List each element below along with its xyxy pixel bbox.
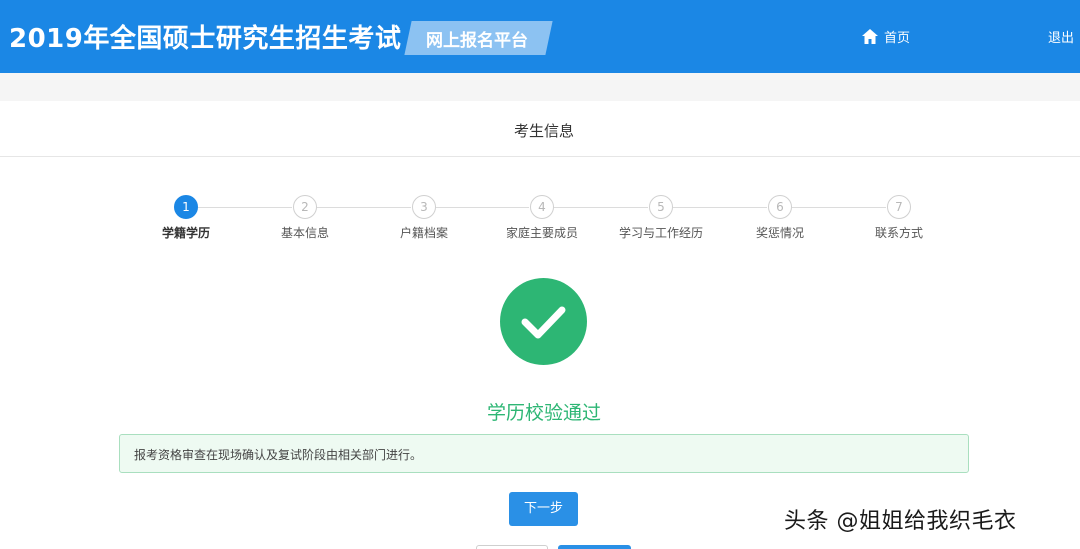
header-spacer [0, 73, 1080, 101]
step-7-label: 联系方式 [874, 226, 923, 240]
step-1-label: 学籍学历 [161, 226, 210, 240]
check-circle-icon [500, 278, 587, 365]
site-title: 2019年全国硕士研究生招生考试 [9, 24, 402, 54]
section-title: 考生信息 [513, 122, 574, 140]
home-link[interactable]: 首页 [862, 27, 911, 46]
page: 2019年全国硕士研究生招生考试 网上报名平台 首页 退出 考生信息 1 学籍学… [0, 0, 1080, 549]
top-header: 2019年全国硕士研究生招生考试 网上报名平台 首页 退出 [0, 0, 1080, 73]
home-link-label: 首页 [884, 30, 911, 46]
watermark: 头条 @姐姐给我织毛衣 [784, 509, 1017, 534]
home-icon [862, 28, 878, 44]
step-4-indicator: 4 [530, 195, 554, 219]
step-connector [317, 207, 411, 208]
step-connector [436, 207, 529, 208]
step-3-indicator: 3 [412, 195, 436, 219]
notice-text: 报考资格审查在现场确认及复试阶段由相关部门进行。 [134, 448, 423, 462]
step-connector [673, 207, 767, 208]
step-connector [792, 207, 886, 208]
step-5-label: 学习与工作经历 [618, 226, 703, 240]
step-connector [554, 207, 648, 208]
step-5-indicator: 5 [649, 195, 673, 219]
verification-success-message: 学历校验通过 [486, 402, 601, 424]
partial-primary-button[interactable] [558, 545, 631, 549]
step-2-indicator: 2 [293, 195, 317, 219]
step-6-indicator: 6 [768, 195, 792, 219]
logout-link[interactable]: 退出 [1048, 27, 1074, 46]
step-7-indicator: 7 [887, 195, 911, 219]
step-connector [198, 207, 292, 208]
step-1-indicator: 1 [174, 195, 198, 219]
step-6-label: 奖惩情况 [755, 226, 804, 240]
next-step-button[interactable]: 下一步 [509, 492, 578, 526]
partial-secondary-button[interactable] [476, 545, 548, 549]
platform-badge-label: 网上报名平台 [426, 31, 528, 51]
step-3-label: 户籍档案 [399, 226, 448, 240]
step-2-label: 基本信息 [280, 226, 329, 240]
step-4-label: 家庭主要成员 [505, 226, 578, 240]
